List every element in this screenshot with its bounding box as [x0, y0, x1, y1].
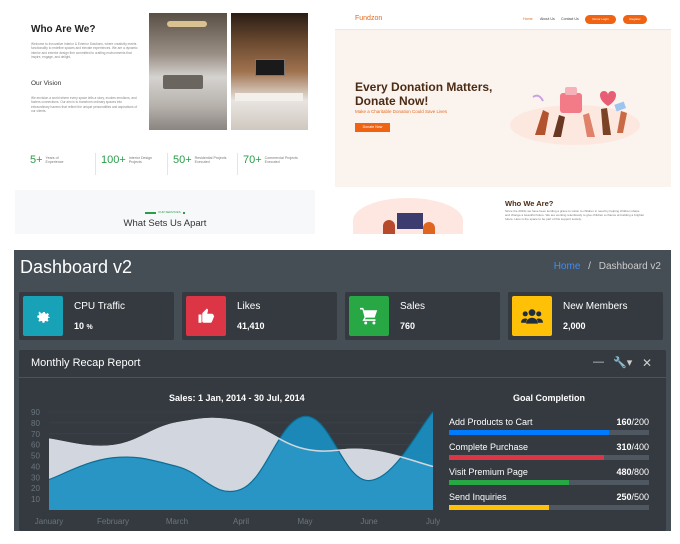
goal-title: Goal Completion: [513, 393, 585, 403]
close-icon[interactable]: ✕: [642, 356, 652, 370]
cart-icon: [349, 296, 389, 336]
y-tick-label: 90: [31, 408, 40, 417]
breadcrumb-home[interactable]: Home: [554, 261, 581, 272]
apart-heading: What Sets Us Apart: [123, 218, 207, 229]
donate-now-button[interactable]: Donate Now: [355, 123, 390, 132]
register-button[interactable]: Register: [623, 15, 647, 24]
fundzon-logo[interactable]: Fundzon: [355, 15, 382, 22]
vision-heading: Our Vision: [31, 80, 62, 87]
nav-home[interactable]: Home: [523, 17, 533, 21]
nav-contact[interactable]: Contact Us: [561, 17, 579, 21]
info-box-value: 41,410: [237, 321, 265, 331]
info-box-sales: Sales 760: [345, 292, 500, 340]
x-tick-label: July: [426, 517, 440, 526]
about-heading: Who Are We?: [31, 24, 96, 35]
apart-section: OUR SERVICES What Sets Us Apart: [15, 190, 315, 234]
progress-fill: [449, 505, 549, 510]
about-paragraph: Welcome to Innovative Interior & Exterio…: [31, 42, 138, 60]
stat-interior: 100+ Interior Design Projects: [101, 154, 153, 166]
monthly-recap-card: Monthly Recap Report — 🔧▾ ✕ Sales: 1 Jan…: [19, 350, 666, 531]
y-tick-label: 30: [31, 473, 40, 482]
y-tick-label: 20: [31, 484, 40, 493]
info-box-label: New Members: [563, 301, 628, 312]
y-tick-label: 50: [31, 452, 40, 461]
progress-fill: [449, 480, 569, 485]
who-heading: Who We Are?: [505, 199, 554, 208]
minimize-icon[interactable]: —: [593, 356, 604, 368]
donor-login-button[interactable]: Donor Login: [585, 15, 616, 24]
x-tick-label: February: [97, 517, 129, 526]
stat-residential: 50+ Residential Projects Executed: [173, 154, 227, 166]
gear-icon: [23, 296, 63, 336]
info-box-label: Likes: [237, 301, 261, 312]
nav-about[interactable]: About Us: [540, 17, 555, 21]
y-tick-label: 80: [31, 419, 40, 428]
y-tick-label: 10: [31, 495, 40, 504]
y-tick-label: 40: [31, 462, 40, 471]
tv-wall-photo: [231, 13, 308, 130]
x-tick-label: March: [166, 517, 188, 526]
x-tick-label: April: [233, 517, 249, 526]
who-text: Since the 2010s we have been lending a g…: [505, 209, 645, 221]
users-icon: [512, 296, 552, 336]
info-box-cpu: CPU Traffic 10 %: [19, 292, 174, 340]
progress-fill: [449, 455, 604, 460]
info-box-label: Sales: [400, 301, 426, 312]
progress-fill: [449, 430, 609, 435]
thumbs-up-icon: [186, 296, 226, 336]
x-tick-label: January: [35, 517, 63, 526]
info-box-likes: Likes 41,410: [182, 292, 337, 340]
dashboard-preview: Dashboard v2 Home / Dashboard v2 CPU Tra…: [14, 250, 671, 531]
donation-hands-illustration: [510, 87, 640, 145]
info-box-members: New Members 2,000: [508, 292, 663, 340]
page-title: Dashboard v2: [20, 257, 133, 277]
fundzon-navbar: Fundzon Home About Us Contact Us Donor L…: [335, 5, 671, 30]
info-box-label: CPU Traffic: [74, 301, 125, 312]
breadcrumb: Home / Dashboard v2: [553, 261, 661, 272]
x-tick-label: May: [297, 517, 312, 526]
info-box-value: 760: [400, 321, 416, 331]
y-tick-label: 70: [31, 430, 40, 439]
who-we-are-section: Who We Are? Since the 2010s we have been…: [335, 192, 671, 234]
y-tick-label: 60: [31, 441, 40, 450]
services-tag: OUR SERVICES: [156, 210, 183, 214]
stat-commercial: 70+ Commercial Projects Executed: [243, 154, 298, 166]
breadcrumb-current: Dashboard v2: [598, 261, 661, 272]
vision-paragraph: We envision a world where every space te…: [31, 96, 138, 114]
interior-site-preview: Who Are We? Welcome to Innovative Interi…: [15, 5, 315, 178]
stat-years: 5+ Years of Experience: [30, 154, 64, 166]
info-box-value: 2,000: [563, 321, 586, 331]
info-box-value: 10 %: [74, 321, 93, 331]
x-tick-label: June: [360, 517, 378, 526]
hero-title: Every Donation Matters, Donate Now!: [355, 80, 493, 108]
living-room-photo: [149, 13, 227, 130]
hero-subtitle: Make a Charitable Donation Could Save Li…: [355, 109, 448, 114]
wrench-icon[interactable]: 🔧▾: [613, 356, 632, 369]
sales-area-chart: 10 20 30 4050 60 70 80 90 January February March Ap…: [31, 408, 440, 526]
fundzon-site-preview: Fundzon Home About Us Contact Us Donor L…: [335, 5, 671, 187]
